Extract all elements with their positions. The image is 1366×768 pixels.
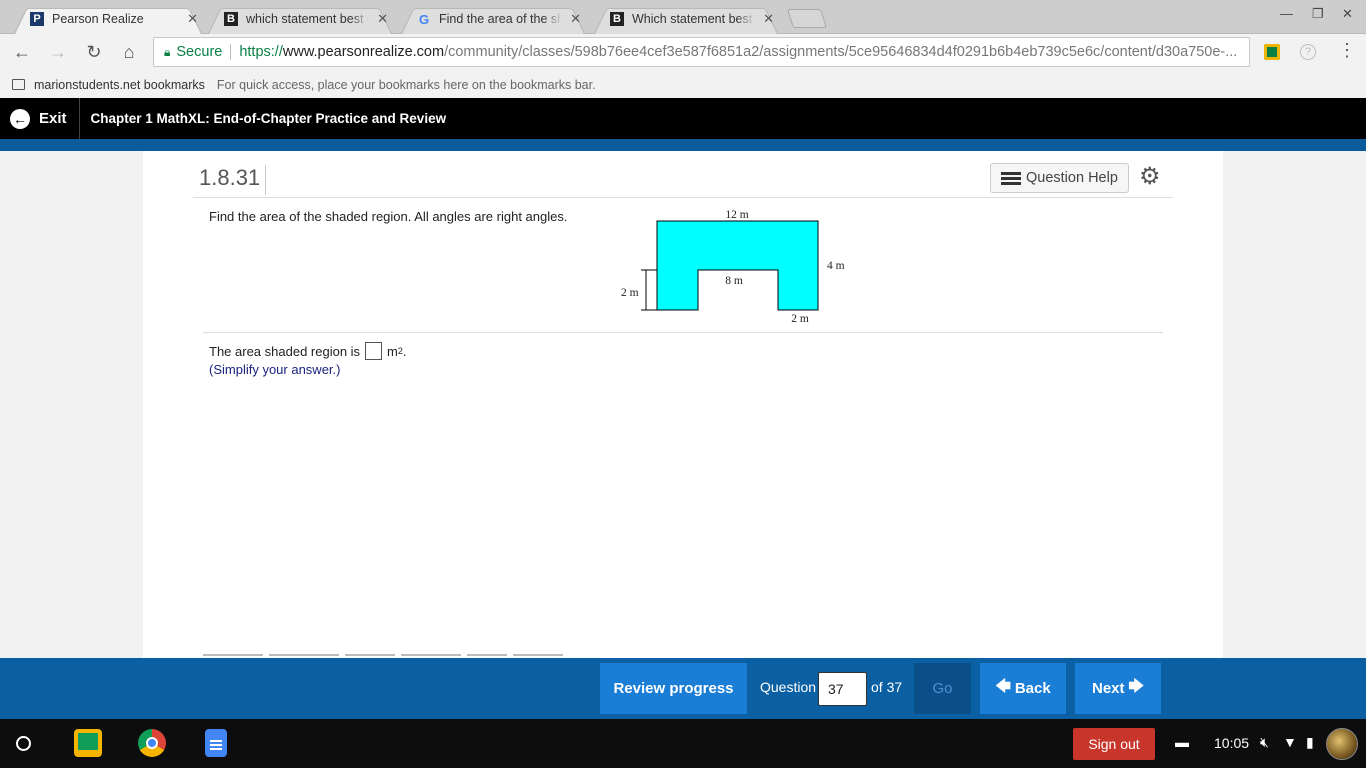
launcher-icon[interactable] [16, 736, 31, 751]
back-arrow-icon[interactable]: ← [11, 42, 33, 63]
google-favicon-icon: G [418, 11, 430, 27]
next-button[interactable]: Next 🡆 [1075, 663, 1161, 714]
forward-arrow-icon[interactable]: → [47, 42, 69, 63]
home-icon[interactable]: ⌂ [118, 42, 140, 63]
close-window-icon[interactable]: ✕ [1342, 6, 1353, 22]
lock-icon: 🔒︎ [164, 44, 171, 59]
review-progress-button[interactable]: Review progress [600, 663, 747, 714]
screen-icon[interactable]: ▬ [1175, 734, 1189, 750]
bookmarks-hint: For quick access, place your bookmarks h… [216, 78, 596, 92]
question-help-label: Question Help [1026, 170, 1118, 186]
bookmark-folder[interactable]: marionstudents.net bookmarks [34, 78, 205, 92]
header-accent-bar [0, 139, 1366, 151]
close-tab-icon[interactable]: ✕ [377, 11, 388, 27]
url-host: www.pearsonrealize.com [282, 44, 445, 60]
browser-toolbar: ← → ↻ ⌂ 🔒︎ Secure https://www.pearsonrea… [0, 34, 1366, 72]
clock[interactable]: 10:05 [1214, 735, 1249, 751]
google-docs-app-icon[interactable] [205, 729, 227, 757]
answer-suffix: . [402, 343, 407, 359]
close-tab-icon[interactable]: ✕ [570, 11, 581, 27]
secure-label: Secure [176, 44, 223, 60]
sign-out-label: Sign out [1088, 736, 1140, 752]
question-navigation-bar: Review progress Question 37 of 37 Go 🡄 B… [0, 658, 1366, 719]
leg-height-dimension [641, 269, 657, 311]
tab-strip: P Pearson Realize ✕ B which statement be… [0, 0, 1366, 34]
question-card: 1.8.31 Question Help ⚙ Find the area of … [143, 151, 1223, 658]
exit-button[interactable]: ← Exit [0, 98, 80, 139]
review-progress-label: Review progress [613, 680, 734, 697]
exit-label: Exit [39, 110, 67, 127]
sign-out-button[interactable]: Sign out [1073, 728, 1155, 760]
google-classroom-app-icon[interactable] [74, 729, 102, 757]
minimize-icon[interactable]: — [1280, 6, 1293, 21]
close-tab-icon[interactable]: ✕ [763, 11, 774, 27]
go-label: Go [932, 680, 953, 697]
tab-which-statement-2[interactable]: B Which statement best e ✕ [588, 4, 784, 34]
address-bar[interactable]: 🔒︎ Secure https://www.pearsonrealize.com… [153, 37, 1250, 67]
shaded-region-shape [656, 220, 819, 311]
os-shelf: Sign out ▬ 10:05 🔇︎ ▼ ▮ [0, 719, 1366, 768]
help-extension-icon[interactable]: ? [1300, 44, 1316, 60]
brainly-favicon-icon: B [224, 12, 238, 26]
back-label: Back [1014, 680, 1051, 697]
answer-line: The area shaded region is m2. [209, 342, 407, 360]
tab-title: Which statement best e [632, 12, 756, 26]
back-button[interactable]: 🡄 Back [980, 663, 1066, 714]
brainly-favicon-icon: B [610, 12, 624, 26]
tab-which-statement-1[interactable]: B which statement best ex ✕ [202, 4, 398, 34]
new-tab-button[interactable] [786, 9, 828, 28]
url-path: /community/classes/598b76ee4cef3e587f685… [444, 44, 1238, 60]
question-help-button[interactable]: Question Help [990, 163, 1129, 193]
question-total-label: of 37 [871, 679, 903, 695]
answer-prefix: The area shaded region is [209, 343, 361, 359]
app-header: ← Exit Chapter 1 MathXL: End-of-Chapter … [0, 98, 1366, 139]
wifi-icon[interactable]: ▼ [1283, 734, 1297, 750]
question-number: 1.8.31 [199, 165, 267, 195]
leg-height-label: 2 m [621, 287, 639, 299]
pearson-favicon-icon: P [30, 12, 44, 26]
bookmarks-bar: marionstudents.net bookmarks For quick a… [0, 72, 1366, 98]
battery-icon[interactable]: ▮ [1306, 734, 1314, 751]
go-button[interactable]: Go [914, 663, 971, 714]
top-width-label: 12 m [725, 209, 748, 221]
restore-icon[interactable]: ❐ [1312, 6, 1324, 22]
chapter-title: Chapter 1 MathXL: End-of-Chapter Practic… [90, 111, 447, 126]
tab-pearson-realize[interactable]: P Pearson Realize ✕ [8, 4, 208, 34]
leg-width-label: 2 m [791, 313, 809, 325]
answer-input[interactable] [365, 342, 383, 360]
divider [193, 197, 1173, 198]
close-tab-icon[interactable]: ✕ [187, 11, 198, 27]
question-prompt: Find the area of the shaded region. All … [209, 209, 568, 224]
url-scheme: https:// [239, 44, 283, 60]
shaded-region-figure: 12 m 4 m 8 m 2 m 2 m [621, 209, 845, 325]
tab-title: which statement best ex [246, 12, 370, 26]
right-height-label: 4 m [827, 260, 845, 272]
tab-title: Pearson Realize [52, 12, 144, 26]
list-icon [1001, 171, 1021, 185]
reload-icon[interactable]: ↻ [83, 42, 105, 63]
answer-unit: m [387, 343, 398, 359]
folder-icon [12, 79, 25, 90]
question-label: Question [760, 679, 817, 695]
notch-width-label: 8 m [725, 275, 743, 287]
classroom-extension-icon[interactable] [1264, 44, 1280, 60]
gear-icon[interactable]: ⚙ [1139, 165, 1161, 189]
tab-title: Find the area of the sha [439, 12, 563, 26]
question-number-input[interactable]: 37 [818, 672, 867, 706]
arrow-left-circle-icon: ← [10, 108, 30, 129]
tab-find-area[interactable]: G Find the area of the sha ✕ [395, 4, 591, 34]
next-label: Next [1091, 680, 1125, 697]
arrow-left-icon: 🡄 [995, 678, 1011, 695]
user-avatar[interactable] [1326, 728, 1358, 760]
menu-icon[interactable]: ⋮ [1338, 40, 1356, 61]
chrome-app-icon[interactable] [138, 729, 166, 757]
simplify-hint: (Simplify your answer.) [209, 362, 341, 377]
arrow-right-icon: 🡆 [1128, 678, 1145, 695]
muted-icon[interactable]: 🔇︎ [1260, 734, 1269, 751]
divider [203, 332, 1163, 333]
